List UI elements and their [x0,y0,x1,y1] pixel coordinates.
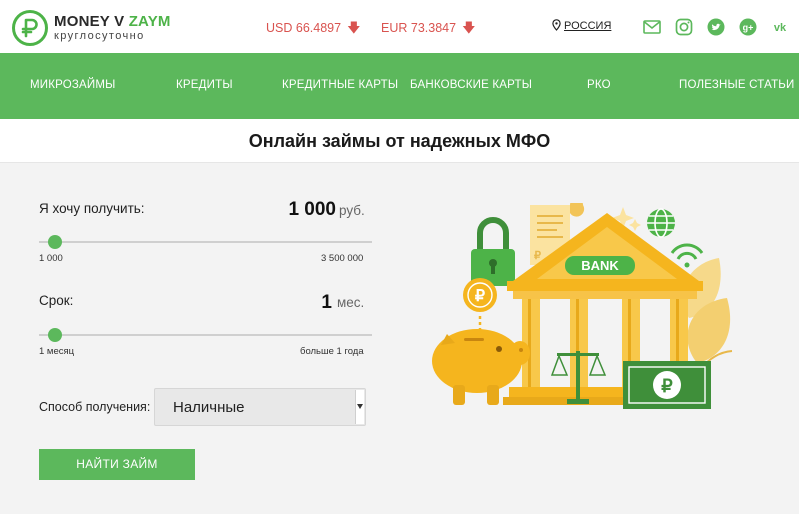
chevron-down-icon[interactable] [355,390,364,424]
bank-illustration: ₽ BANK ₽ ₽ [432,203,733,409]
location-pin-icon [552,19,561,31]
term-unit: мес. [337,295,365,310]
logo-name: MONEY V ZAYM [54,13,171,30]
method-label: Способ получения: [39,400,151,414]
google-plus-icon[interactable]: g+ [738,17,758,37]
svg-text:₽: ₽ [534,250,541,262]
arrow-down-icon: 🡇 [462,20,476,35]
amount-label: Я хочу получить: [39,201,145,216]
amount-slider-track[interactable] [39,241,372,243]
logo-tagline: круглосуточно [54,30,145,42]
loan-calculator: Я хочу получить: 1 000 руб. 1 000 3 500 … [0,163,799,514]
vk-icon[interactable]: vk [770,17,790,37]
term-max-label: больше 1 года [300,346,364,357]
amount-value: 1 000 [288,199,336,220]
svg-text:g+: g+ [743,23,754,33]
instagram-icon[interactable] [674,17,694,37]
twitter-icon[interactable] [706,17,726,37]
method-select-value: Наличные [173,399,245,416]
method-select[interactable]: Наличные [154,388,366,426]
mail-icon[interactable] [642,17,662,37]
amount-slider-thumb[interactable] [48,235,62,249]
find-loan-button[interactable]: НАЙТИ ЗАЙМ [39,449,195,480]
term-value: 1 [321,292,332,313]
ruble-logo-icon [12,10,48,46]
main-nav: МИКРОЗАЙМЫ КРЕДИТЫ КРЕДИТНЫЕ КАРТЫ БАНКО… [0,53,799,119]
term-slider-thumb[interactable] [48,328,62,342]
title-band: Онлайн займы от надежных МФО [0,119,799,163]
nav-item-rko[interactable]: РКО [587,79,611,91]
nav-item-useful-articles[interactable]: ПОЛЕЗНЫЕ СТАТЬИ [679,79,795,91]
bank-sign: BANK [581,258,619,273]
amount-unit: руб. [339,203,365,218]
logo[interactable]: MONEY V ZAYM круглосуточно [12,8,217,48]
amount-max-label: 3 500 000 [321,253,364,264]
page-title: Онлайн займы от надежных МФО [248,131,551,151]
usd-rate: USD 66.4897 🡇 [266,19,360,41]
nav-item-credits[interactable]: КРЕДИТЫ [176,79,233,91]
term-label: Срок: [39,293,74,308]
term-min-label: 1 месяц [39,346,75,357]
nav-item-bank-cards[interactable]: БАНКОВСКИЕ КАРТЫ [410,79,532,91]
amount-min-label: 1 000 [39,253,63,264]
svg-text:₽: ₽ [661,376,673,396]
term-slider-track[interactable] [39,334,372,336]
arrow-down-icon: 🡇 [347,20,361,35]
header: MONEY V ZAYM круглосуточно USD 66.4897 🡇 … [0,0,799,53]
nav-item-credit-cards[interactable]: КРЕДИТНЫЕ КАРТЫ [282,79,398,91]
nav-item-microloans[interactable]: МИКРОЗАЙМЫ [30,79,116,91]
svg-text:vk: vk [774,22,787,34]
region-selector[interactable]: РОССИЯ [552,19,611,32]
svg-text:₽: ₽ [475,288,485,305]
eur-rate: EUR 73.3847 🡇 [381,19,475,41]
